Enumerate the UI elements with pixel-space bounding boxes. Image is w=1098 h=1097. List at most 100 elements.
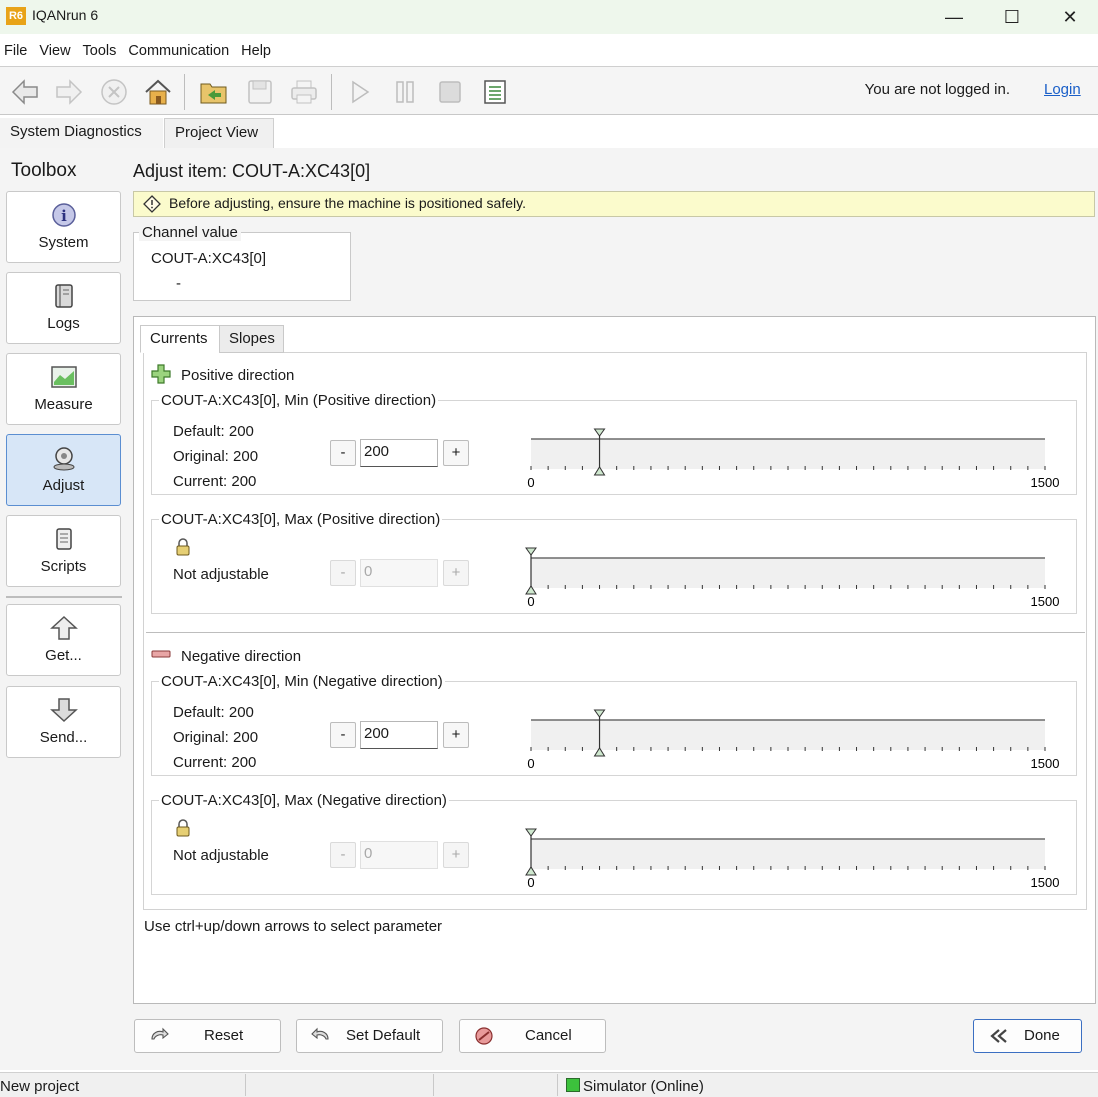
neg-min-slider[interactable]: 0 1500 — [527, 709, 1061, 771]
slider-min-label: 0 — [527, 756, 534, 771]
toolbox-divider — [6, 596, 122, 598]
slider-max-label: 1500 — [1031, 594, 1060, 609]
home-icon[interactable] — [141, 75, 175, 109]
record-icon[interactable] — [433, 75, 467, 109]
done-button[interactable]: Done — [973, 1019, 1082, 1053]
slider-thumb-top[interactable] — [593, 709, 606, 718]
menu-file[interactable]: File — [0, 40, 33, 64]
slider-graphic: 0 1500 — [527, 428, 1060, 490]
keyboard-hint: Use ctrl+up/down arrows to select parame… — [144, 918, 443, 935]
cancel-button[interactable]: Cancel — [459, 1019, 606, 1053]
project-status: New project — [0, 1078, 80, 1095]
double-chevron-left-icon — [988, 1027, 1008, 1045]
toolbox-item-label: Get... — [45, 647, 82, 664]
reset-button[interactable]: Reset — [134, 1019, 281, 1053]
channel-name: COUT-A:XC43[0] — [151, 250, 267, 267]
maximize-button[interactable]: ☐ — [983, 0, 1041, 34]
open-project-icon[interactable] — [197, 75, 231, 109]
toolbox-adjust-button[interactable]: Adjust — [6, 434, 121, 506]
menu-bar: File View Tools Communication Help — [0, 40, 277, 64]
svg-text:i: i — [61, 207, 67, 225]
not-adjustable-text: Not adjustable — [173, 566, 269, 583]
decrement-button[interactable]: - — [330, 560, 356, 586]
play-icon[interactable] — [342, 75, 376, 109]
slider-max-label: 1500 — [1031, 875, 1060, 890]
tab-system-diagnostics[interactable]: System Diagnostics — [0, 118, 163, 148]
window-title: IQANrun 6 — [32, 7, 99, 23]
toolbox-system-button[interactable]: i System — [6, 191, 121, 263]
save-icon[interactable] — [243, 75, 277, 109]
current-value-text: Current: 200 — [173, 754, 257, 771]
slider-graphic: 0 1500 — [525, 547, 1060, 609]
decrement-button[interactable]: - — [330, 722, 356, 748]
neg-max-legend: COUT-A:XC43[0], Max (Negative direction) — [159, 792, 449, 809]
pos-min-slider[interactable]: 0 1500 — [527, 428, 1061, 490]
positive-direction-label: Positive direction — [181, 367, 295, 384]
menu-communication[interactable]: Communication — [122, 40, 235, 64]
pause-icon[interactable] — [388, 75, 422, 109]
stop-icon[interactable] — [97, 75, 131, 109]
slider-max-label: 1500 — [1031, 475, 1060, 490]
value-input[interactable]: 0 — [360, 841, 438, 869]
set-default-button[interactable]: Set Default — [296, 1019, 443, 1053]
close-button[interactable]: ✕ — [1041, 0, 1098, 34]
chart-icon — [49, 364, 79, 390]
pos-max-legend: COUT-A:XC43[0], Max (Positive direction) — [159, 511, 443, 528]
tab-slopes[interactable]: Slopes — [219, 325, 284, 353]
toolbox-measure-button[interactable]: Measure — [6, 353, 121, 425]
value-input[interactable]: 0 — [360, 559, 438, 587]
pos-min-legend: COUT-A:XC43[0], Min (Positive direction) — [159, 392, 439, 409]
menu-view[interactable]: View — [33, 40, 76, 64]
login-link[interactable]: Login — [1044, 81, 1081, 98]
pos-max-slider: 0 1500 — [525, 547, 1061, 609]
value-input[interactable]: 200 — [360, 439, 438, 467]
toolbox-title: Toolbox — [11, 160, 77, 181]
status-divider — [557, 1074, 558, 1096]
print-icon[interactable] — [287, 75, 321, 109]
done-label: Done — [1024, 1027, 1060, 1044]
increment-button[interactable]: + — [443, 722, 469, 748]
online-indicator-icon — [566, 1078, 580, 1092]
toolbox-item-label: Send... — [39, 729, 88, 746]
default-value-text: Default: 200 — [173, 704, 254, 721]
status-bar — [0, 1072, 1098, 1097]
arrow-down-icon — [49, 697, 79, 723]
slider-track — [531, 720, 1045, 750]
report-icon[interactable] — [478, 75, 512, 109]
value-input[interactable]: 200 — [360, 721, 438, 749]
toolbox-item-label: Adjust — [42, 477, 85, 494]
lock-icon — [175, 538, 191, 560]
slider-thumb-top[interactable] — [593, 428, 606, 437]
toolbar-divider — [184, 74, 185, 110]
toolbox-send-button[interactable]: Send... — [6, 686, 121, 758]
toolbox-get-button[interactable]: Get... — [6, 604, 121, 676]
status-divider — [433, 1074, 434, 1096]
slider-track — [531, 439, 1045, 469]
increment-button[interactable]: + — [443, 842, 469, 868]
undo-icon — [149, 1027, 169, 1045]
channel-value: - — [176, 275, 181, 292]
logbook-icon — [49, 283, 79, 309]
slider-track — [531, 839, 1045, 869]
back-icon[interactable] — [8, 75, 42, 109]
increment-button[interactable]: + — [443, 440, 469, 466]
toolbox-scripts-button[interactable]: Scripts — [6, 515, 121, 587]
not-adjustable-text: Not adjustable — [173, 847, 269, 864]
original-value-text: Original: 200 — [173, 729, 259, 746]
plus-icon — [151, 364, 171, 388]
tab-currents[interactable]: Currents — [140, 325, 220, 353]
decrement-button[interactable]: - — [330, 440, 356, 466]
slider-max-label: 1500 — [1031, 756, 1060, 771]
slider-min-label: 0 — [527, 475, 534, 490]
decrement-button[interactable]: - — [330, 842, 356, 868]
info-icon: i — [49, 202, 79, 228]
minimize-button[interactable]: — — [925, 0, 983, 34]
menu-tools[interactable]: Tools — [77, 40, 123, 64]
toolbox-logs-button[interactable]: Logs — [6, 272, 121, 344]
slider-min-label: 0 — [527, 594, 534, 609]
menu-help[interactable]: Help — [235, 40, 277, 64]
forward-icon[interactable] — [52, 75, 86, 109]
toolbox-item-label: Logs — [47, 315, 80, 332]
increment-button[interactable]: + — [443, 560, 469, 586]
tab-project-view[interactable]: Project View — [164, 118, 274, 148]
